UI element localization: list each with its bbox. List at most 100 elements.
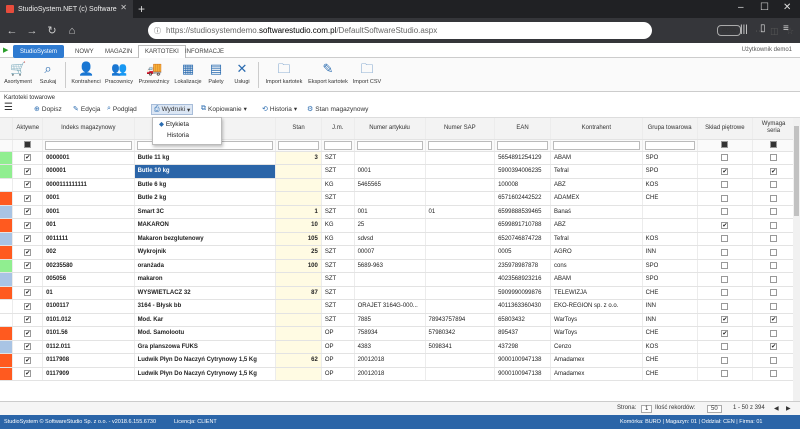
prev-page-icon[interactable]: ◀	[774, 405, 779, 412]
user-label[interactable]: Użytkownik demo1	[742, 47, 792, 53]
cell-index[interactable]: 0112.011	[42, 340, 135, 354]
cell-stan[interactable]: 1	[275, 205, 322, 219]
table-row[interactable]: ✔ 0117909 Ludwik Płyn Do Naczyń Cytrynowy …	[0, 367, 795, 381]
cell-jm[interactable]: SZT	[321, 205, 355, 219]
cell-sap[interactable]	[425, 272, 496, 287]
cell-jm[interactable]: SZT	[321, 245, 355, 260]
active-checkbox[interactable]: ✔	[24, 370, 32, 378]
cell-jm[interactable]: SZT	[321, 151, 355, 165]
cell-sap[interactable]	[425, 151, 496, 165]
cell-jm[interactable]: KG	[321, 178, 355, 192]
wymaga-checkbox[interactable]	[770, 208, 778, 216]
cell-kontrahent[interactable]: Amadamex	[550, 367, 643, 381]
sklad-checkbox[interactable]	[721, 235, 729, 243]
table-row[interactable]: ✔ 0011111 Makaron bezglutenowy 105 KG sdvsd 65…	[0, 232, 795, 246]
active-checkbox[interactable]: ✔	[24, 235, 32, 243]
cell-ean[interactable]: 9000100947138	[494, 353, 551, 368]
col-header-ean[interactable]: EAN	[494, 118, 551, 140]
sklad-checkbox[interactable]	[721, 302, 729, 310]
cell-artnum[interactable]	[354, 286, 426, 300]
cell-sklad[interactable]: ✔	[697, 326, 754, 341]
sklad-checkbox[interactable]	[721, 262, 729, 270]
cell-name[interactable]: Mod. Kar	[134, 313, 277, 327]
stock-button[interactable]: ⚙ Stan magazynowy	[307, 105, 368, 114]
cell-stan[interactable]	[275, 191, 322, 206]
cell-index[interactable]: 0117908	[42, 353, 135, 368]
cell-stan[interactable]: 3	[275, 151, 322, 165]
tab-nowy[interactable]: NOWY	[68, 45, 101, 58]
cell-index[interactable]: 000001	[42, 164, 135, 179]
wymaga-checkbox[interactable]: ✔	[770, 167, 778, 175]
cell-jm[interactable]: SZT	[321, 259, 355, 273]
cell-index[interactable]: 0011111	[42, 232, 135, 246]
cell-ean[interactable]: 5909990099876	[494, 286, 551, 300]
sklad-checkbox[interactable]	[721, 343, 729, 351]
back-icon[interactable]: ←	[4, 25, 20, 37]
sklad-checkbox[interactable]: ✔	[721, 329, 729, 337]
cell-sap[interactable]: 78943757894	[425, 313, 496, 327]
active-checkbox[interactable]: ✔	[24, 343, 32, 351]
cell-stan[interactable]	[275, 299, 322, 314]
cell-artnum[interactable]: ORAJET 3164G-000...	[354, 299, 426, 314]
cell-kontrahent[interactable]: Amadamex	[550, 353, 643, 368]
ribbon-przewoznicy[interactable]: 🚚 Przewoźnicy	[138, 61, 170, 85]
col-header-jm[interactable]: J.m.	[321, 118, 355, 140]
page-input[interactable]: 1	[641, 405, 653, 413]
cell-stan[interactable]	[275, 367, 322, 381]
cell-grupa[interactable]: SPO	[642, 272, 698, 287]
filter-checkbox[interactable]	[721, 141, 729, 149]
cell-name[interactable]: Gra planszowa FUKS	[134, 340, 277, 354]
cell-sklad[interactable]: ✔	[697, 164, 754, 179]
cell-wymaga[interactable]	[752, 245, 795, 260]
cell-stan[interactable]: 105	[275, 232, 322, 246]
preview-button[interactable]: ⌕ Podgląd	[107, 105, 137, 113]
filter-checkbox[interactable]	[24, 141, 32, 149]
sklad-checkbox[interactable]	[721, 356, 729, 364]
filter-wymaga[interactable]	[752, 139, 795, 152]
cell-artnum[interactable]: 5689-963	[354, 259, 426, 273]
ribbon-asortyment[interactable]: 🛒 Asortyment	[2, 61, 34, 85]
cell-sap[interactable]	[425, 191, 496, 206]
cell-jm[interactable]: KG	[321, 232, 355, 246]
cell-index[interactable]: 0117909	[42, 367, 135, 381]
cell-jm[interactable]: SZT	[321, 164, 355, 179]
cell-artnum[interactable]: 00007	[354, 245, 426, 260]
active-checkbox[interactable]: ✔	[24, 302, 32, 310]
cell-stan[interactable]	[275, 313, 322, 327]
cell-artnum[interactable]: sdvsd	[354, 232, 426, 246]
cell-name[interactable]: Ludwik Płyn Do Naczyń Cytrynowy 1,5 Kg	[134, 353, 277, 368]
col-header-sap[interactable]: Numer SAP	[425, 118, 496, 140]
minimize-icon[interactable]: –	[738, 2, 744, 13]
cell-name[interactable]: WYSWIETLACZ 32	[134, 286, 277, 300]
active-checkbox[interactable]: ✔	[24, 194, 32, 202]
cell-wymaga[interactable]	[752, 272, 795, 287]
cell-name[interactable]: oranżada	[134, 259, 277, 273]
cell-kontrahent[interactable]: Tefral	[550, 232, 643, 246]
cell-active[interactable]: ✔	[12, 367, 44, 381]
wymaga-checkbox[interactable]	[770, 154, 778, 162]
cell-grupa[interactable]: CHE	[642, 367, 698, 381]
wymaga-checkbox[interactable]: ✔	[770, 316, 778, 324]
sklad-checkbox[interactable]	[721, 181, 729, 189]
cell-sklad[interactable]	[697, 367, 754, 381]
cell-grupa[interactable]: KOS	[642, 232, 698, 246]
cell-artnum[interactable]: 4383	[354, 340, 426, 354]
cell-name[interactable]: Butle 2 kg	[134, 191, 277, 206]
cell-wymaga[interactable]	[752, 353, 795, 368]
filter-jm[interactable]	[321, 139, 355, 152]
cell-wymaga[interactable]	[752, 178, 795, 192]
cell-artnum[interactable]: 0001	[354, 164, 426, 179]
cell-kontrahent[interactable]: Banaś	[550, 205, 643, 219]
cell-active[interactable]: ✔	[12, 232, 44, 246]
cell-grupa[interactable]: INN	[642, 313, 698, 327]
cell-name[interactable]: Mod. Samolootu	[134, 326, 277, 341]
cell-grupa[interactable]: CHE	[642, 326, 698, 341]
cell-name[interactable]: Butle 10 kg	[134, 164, 277, 179]
cell-ean[interactable]: 5900394006235	[494, 164, 551, 179]
table-row[interactable]: ✔ 0001 Butle 2 kg SZT 6571602442522 ADAMEX CHE	[0, 191, 795, 206]
menu-item-historia[interactable]: Historia	[153, 130, 221, 142]
cell-ean[interactable]: 4023568923216	[494, 272, 551, 287]
cell-sklad[interactable]	[697, 340, 754, 354]
reload-icon[interactable]: ↻	[44, 24, 60, 37]
cell-kontrahent[interactable]: Tefral	[550, 164, 643, 179]
